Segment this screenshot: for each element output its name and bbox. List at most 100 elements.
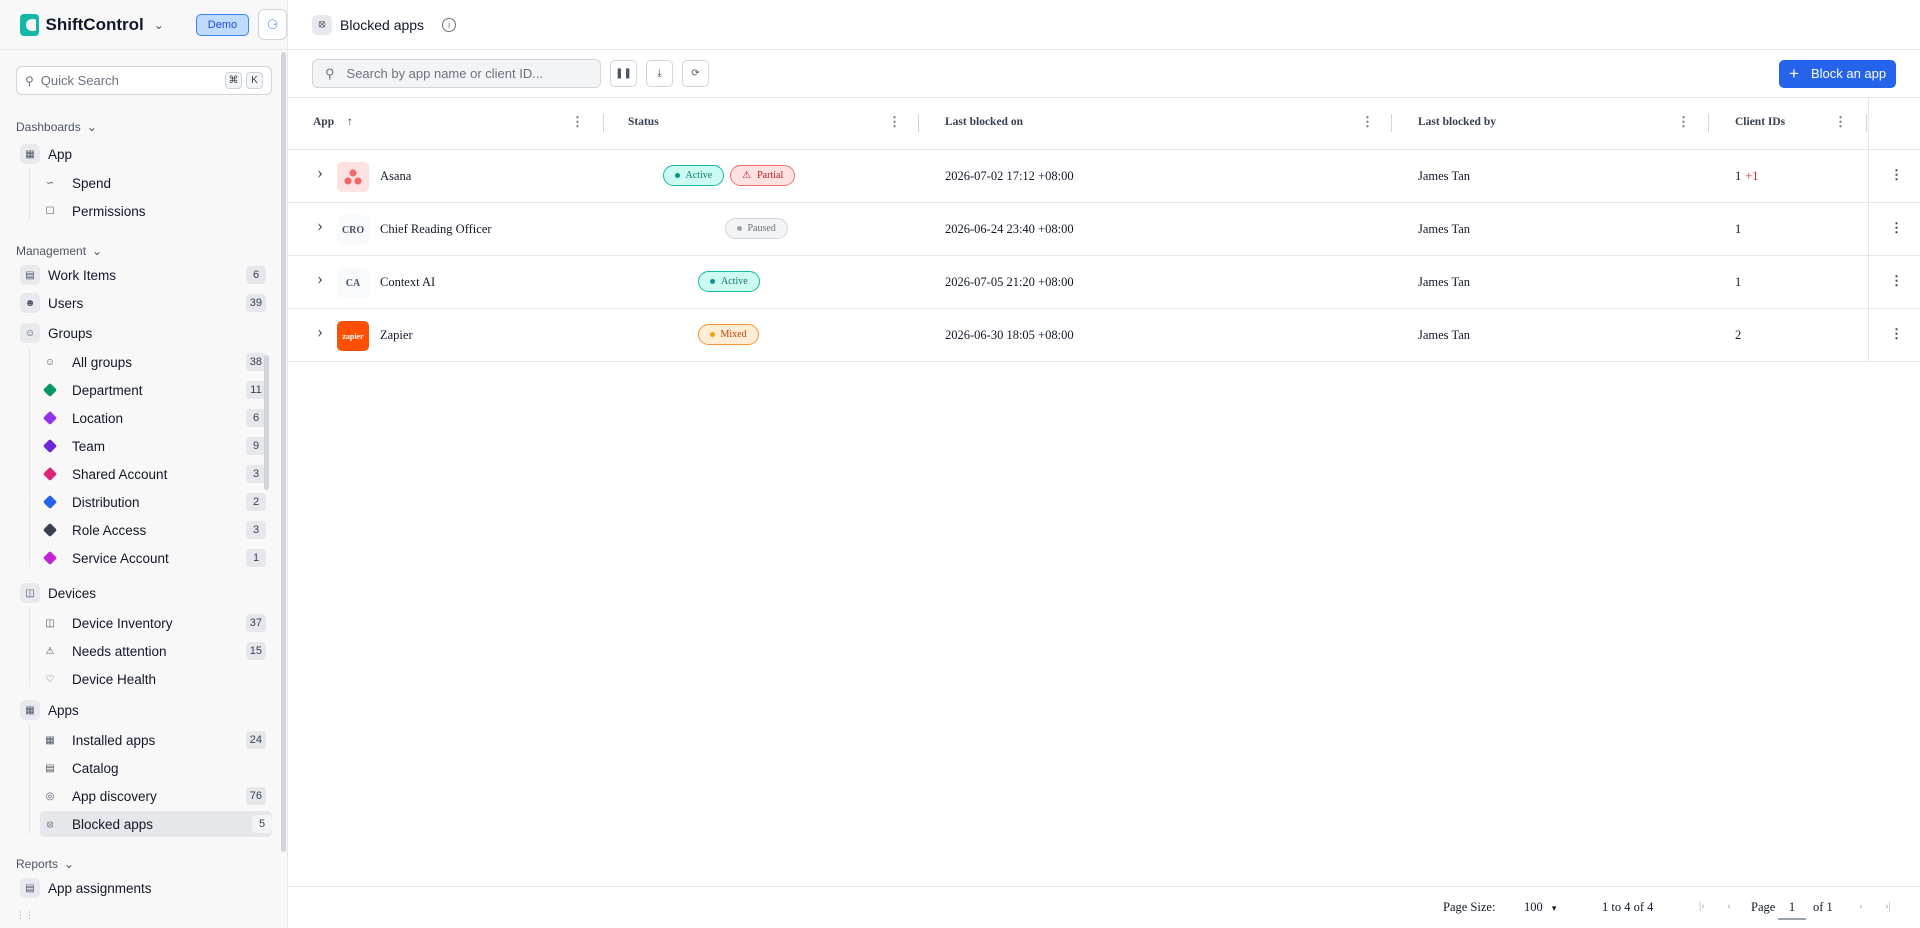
sidebar-item-spend[interactable]: ∽ Spend [42,170,266,196]
sidebar-item-needs-attention[interactable]: ⚠ Needs attention 15 [42,638,266,664]
sidebar-item-distribution[interactable]: Distribution 2 [42,489,266,515]
client-ids-extra[interactable]: +1 [1745,169,1758,183]
sidebar-item-label: Shared Account [72,466,168,482]
sidebar-item-app[interactable]: ▦ App [20,141,266,167]
info-icon[interactable]: i [442,17,457,32]
column-resize-handle[interactable] [1866,114,1867,132]
grid-icon: ▦ [45,734,55,746]
brand-name[interactable]: ShiftControl [46,15,144,35]
table-row[interactable]: › Asana Active ⚠ Partial 2026-07-02 17:12 +08… [288,150,1920,203]
prev-page-icon[interactable]: ‹ [1727,900,1731,912]
column-resize-handle[interactable] [603,114,604,132]
tree-line [29,168,30,220]
section-management[interactable]: Management ⌄ [16,244,102,258]
drag-handle-icon[interactable]: ⋮⋮ [16,910,34,921]
sidebar-item-catalog[interactable]: ▤ Catalog [42,755,266,781]
table-row[interactable]: › CRO Chief Reading Officer Paused 2026-06-2… [288,203,1920,256]
sidebar-item-device-health[interactable]: ♡ Device Health [42,666,266,692]
sidebar-item-devices[interactable]: ◫ Devices [20,580,266,606]
page-number-input[interactable]: 1 [1778,900,1806,920]
sidebar-item-permissions[interactable]: ☐ Permissions [42,198,266,224]
quick-search-input[interactable]: ⚲ Quick Search ⌘ K [16,66,272,95]
env-badge[interactable]: Demo [195,13,250,36]
column-menu-icon[interactable]: ⋮ [1677,114,1690,130]
sidebar-item-app-assignments[interactable]: ▤ App assignments [20,875,266,901]
sidebar-item-department[interactable]: Department 11 [42,377,266,403]
column-resize-handle[interactable] [918,114,919,132]
sidebar-item-label: App [48,146,73,162]
main-content: ⦻ Blocked apps i ⚲ Search by app name or… [288,0,1920,928]
column-menu-icon[interactable]: ⋮ [888,114,901,130]
column-menu-icon[interactable]: ⋮ [1361,114,1374,130]
sidebar-item-shared-account[interactable]: Shared Account 3 [42,461,266,487]
column-header-last-blocked-on[interactable]: Last blocked on [945,116,1023,128]
count-badge: 11 [246,381,266,399]
sidebar-item-device-inventory[interactable]: ◫ Device Inventory 37 [42,610,266,636]
sidebar-item-service-account[interactable]: Service Account 1 [42,545,266,571]
column-header-status[interactable]: Status [628,116,659,128]
sidebar-item-app-discovery[interactable]: ◎ App discovery 76 [42,783,266,809]
download-icon[interactable]: ⤓ [646,60,673,87]
tag-icon [42,408,58,428]
sidebar-item-team[interactable]: Team 9 [42,433,266,459]
column-menu-icon[interactable]: ⋮ [571,114,584,130]
table-row[interactable]: › CA Context AI Active 2026-07-05 21:20 +08:… [288,256,1920,309]
sidebar-item-location[interactable]: Location 6 [42,405,266,431]
column-header-last-blocked-by[interactable]: Last blocked by [1418,116,1496,128]
column-resize-handle[interactable] [1391,114,1392,132]
sidebar-item-groups[interactable]: ☺ Groups [20,320,266,346]
refresh-icon[interactable]: ⟳ [682,60,709,87]
app-search-input[interactable]: ⚲ Search by app name or client ID... [312,59,601,88]
sidebar-item-work-items[interactable]: ▤ Work Items 6 [20,262,266,288]
column-resize-handle[interactable] [1708,114,1709,132]
row-menu-icon[interactable]: ⋮ [1890,326,1903,342]
sidebar-item-label: Installed apps [72,732,156,748]
chevron-right-icon[interactable]: › [317,321,323,342]
sidebar-item-blocked-apps[interactable]: ⦻ Blocked apps 5 [40,811,272,837]
groups-scrollbar[interactable] [264,355,269,490]
sidebar-scrollbar[interactable] [281,52,286,852]
sort-asc-icon[interactable]: ↑ [347,116,353,128]
sidebar-item-apps[interactable]: ▦ Apps [20,697,266,723]
count-badge: 5 [252,815,272,833]
plus-icon: + [1789,64,1799,83]
sidebar-item-label: App assignments [48,880,152,896]
row-menu-icon[interactable]: ⋮ [1890,273,1903,289]
chevron-right-icon[interactable]: › [317,268,323,289]
last-page-icon[interactable]: ›| [1885,900,1891,912]
count-badge: 6 [246,266,266,284]
table-body: › Asana Active ⚠ Partial 2026-07-02 17:12 +08… [288,150,1920,362]
column-header-client-ids[interactable]: Client IDs [1735,116,1785,128]
devices-icon: ◫ [20,583,40,603]
status-label: Active [685,170,713,181]
asana-logo-icon [344,169,362,185]
chevron-down-icon[interactable]: ⌄ [154,18,164,32]
tag-icon [42,436,58,456]
columns-icon[interactable]: ❚❚ [610,60,637,87]
table-row[interactable]: › zapier Zapier Mixed 2026-06-30 18:05 +08:0… [288,309,1920,362]
sidebar-item-role-access[interactable]: Role Access 3 [42,517,266,543]
sidebar-item-installed-apps[interactable]: ▦ Installed apps 24 [42,727,266,753]
chevron-right-icon[interactable]: › [317,215,323,236]
count-badge: 39 [245,294,266,312]
first-page-icon[interactable]: |‹ [1699,900,1705,912]
column-header-app[interactable]: App ↑ [313,116,353,128]
block-app-button[interactable]: + Block an app [1779,59,1896,88]
app-name: Chief Reading Officer [380,222,492,236]
sidebar-item-label: Devices [48,585,97,601]
chevron-right-icon[interactable]: › [317,162,323,183]
page-size-select[interactable]: 100 ▾ [1524,900,1556,915]
sidebar-item-label: Location [72,410,124,426]
status-dot [674,173,680,178]
tag-color-swatch [42,494,58,510]
sidebar-item-users[interactable]: ☻ Users 39 [20,290,266,316]
section-reports[interactable]: Reports ⌄ [16,857,74,871]
tag-icon [42,492,58,512]
next-page-icon[interactable]: › [1859,900,1863,912]
row-menu-icon[interactable]: ⋮ [1890,167,1903,183]
sidebar-item-all-groups[interactable]: ☺ All groups 38 [42,349,266,375]
row-menu-icon[interactable]: ⋮ [1890,220,1903,236]
notification-icon[interactable]: ⚆ [258,9,287,40]
column-menu-icon[interactable]: ⋮ [1834,114,1847,130]
section-dashboards[interactable]: Dashboards ⌄ [16,120,97,134]
